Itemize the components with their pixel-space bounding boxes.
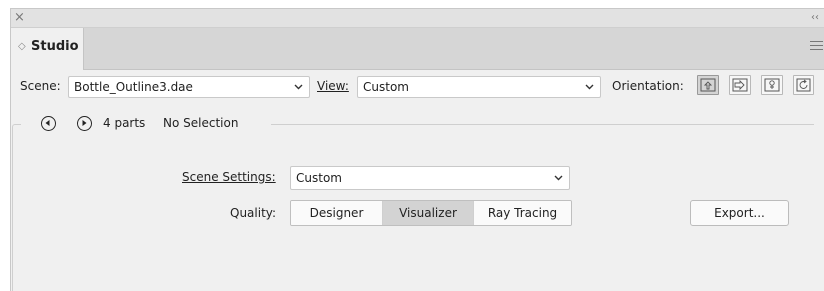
parts-count: 4 parts	[103, 116, 146, 130]
previous-part-button[interactable]	[41, 116, 56, 131]
selection-status: No Selection	[163, 116, 239, 130]
orientation-rotate-icon	[796, 78, 811, 92]
orientation-rotate-button[interactable]	[793, 75, 814, 95]
orientation-top-button[interactable]	[761, 75, 783, 95]
chevron-down-icon	[294, 84, 303, 90]
quality-segmented-control: Designer Visualizer Ray Tracing	[290, 200, 572, 226]
orientation-side-button[interactable]	[729, 75, 751, 95]
scene-settings-label: Scene Settings:	[182, 170, 276, 184]
collapse-icon[interactable]: ‹‹	[811, 11, 819, 25]
scene-select[interactable]: Bottle_Outline3.dae	[68, 76, 310, 98]
parts-navigation: 4 parts No Selection	[21, 114, 271, 134]
quality-designer-button[interactable]: Designer	[291, 201, 383, 225]
view-select-value: Custom	[363, 80, 409, 94]
scene-settings-select[interactable]: Custom	[290, 166, 570, 190]
chevron-down-icon	[554, 175, 563, 181]
close-icon[interactable]: ×	[14, 10, 25, 26]
orientation-front-button[interactable]	[697, 75, 719, 95]
panel-menu-icon[interactable]	[810, 41, 823, 53]
left-triangle-icon	[45, 120, 50, 126]
tab-studio[interactable]: ◇ Studio	[11, 28, 84, 70]
tab-strip: ◇ Studio	[11, 28, 824, 70]
scene-select-value: Bottle_Outline3.dae	[74, 80, 193, 94]
export-button[interactable]: Export...	[690, 200, 789, 226]
chevron-down-icon	[585, 84, 594, 90]
tab-studio-label: Studio	[31, 39, 79, 54]
orientation-label: Orientation:	[612, 79, 684, 93]
view-select[interactable]: Custom	[357, 76, 601, 98]
quality-ray-tracing-button[interactable]: Ray Tracing	[474, 201, 571, 225]
tab-toggle-icon: ◇	[18, 41, 26, 52]
orientation-front-icon	[700, 78, 716, 92]
view-label: View:	[317, 79, 349, 93]
quality-visualizer-button[interactable]: Visualizer	[383, 201, 474, 225]
scene-settings-value: Custom	[296, 171, 342, 185]
scene-label: Scene:	[20, 79, 61, 93]
orientation-side-icon	[732, 78, 748, 92]
next-part-button[interactable]	[77, 116, 92, 131]
scene-settings-label-text: Scene Settings:	[182, 170, 276, 184]
quality-label: Quality:	[230, 206, 277, 220]
panel-title-bar: × ‹‹	[11, 9, 824, 28]
orientation-top-icon	[764, 78, 780, 92]
right-triangle-icon	[82, 120, 87, 126]
